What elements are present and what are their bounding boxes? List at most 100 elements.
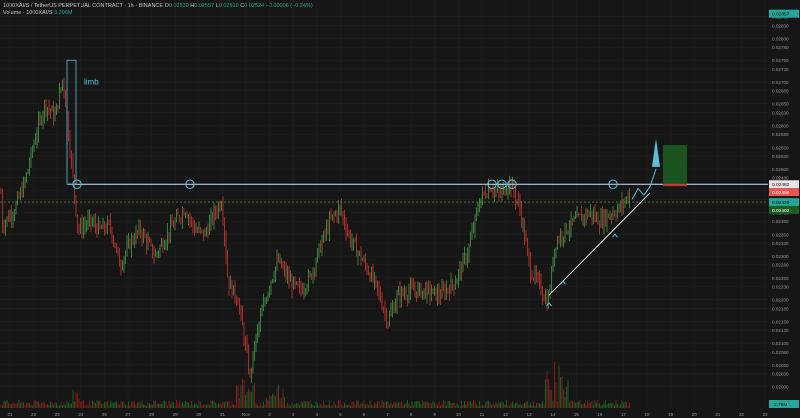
ascending-trendline[interactable] (548, 192, 651, 296)
volume-bar (516, 402, 518, 408)
volume-bar (189, 405, 191, 408)
volume-bar (279, 398, 281, 408)
volume-bar (611, 403, 612, 408)
volume-bar (618, 405, 620, 408)
time-tick-label: 28 (149, 412, 155, 417)
price-tick-label: 0.02250 (772, 276, 789, 281)
price-tick-label: 0.02080 (772, 350, 789, 355)
volume-bar (252, 385, 254, 408)
volume-bar (605, 400, 606, 408)
volume-bar (29, 403, 30, 408)
volume-bar (440, 405, 441, 408)
volume-bar (410, 405, 411, 408)
volume-bar (489, 402, 491, 408)
volume-bar (317, 403, 318, 408)
volume-bar (180, 404, 182, 408)
volume-bar (531, 405, 533, 408)
volume-bar (71, 403, 72, 408)
price-tick-label: 0.02680 (772, 89, 789, 94)
time-tick-label: 5 (339, 412, 342, 417)
volume-bar (302, 402, 303, 408)
volume-bar (48, 405, 50, 408)
volume-bar (153, 401, 155, 408)
time-tick-label: 3 (292, 412, 295, 417)
volume-bar (60, 402, 62, 408)
price-tick-label: 0.02830 (772, 23, 789, 28)
time-tick-label: 29 (173, 412, 179, 417)
volume-bar (308, 401, 309, 408)
price-chart[interactable]: limb0.028500.028300.028000.027800.027500… (0, 0, 800, 418)
volume-bar (438, 401, 440, 408)
volume-bar (149, 403, 150, 408)
volume-bar (80, 402, 81, 408)
volume-bar (125, 404, 126, 408)
volume-bar (507, 404, 509, 408)
volume-bar (72, 389, 74, 408)
volume-bar (354, 404, 356, 408)
volume-bar (32, 405, 33, 408)
volume-bar (617, 403, 618, 408)
volume-bar (77, 393, 78, 408)
price-badge-label: 0.02482 (772, 182, 790, 188)
volume-bar (561, 375, 563, 408)
volume-bar (545, 379, 546, 408)
volume-bar (621, 400, 623, 408)
volume-bar (527, 401, 528, 408)
volume-bar (0, 405, 2, 408)
volume-bar (299, 405, 300, 408)
volume-bar (377, 400, 378, 408)
volume-bar (98, 401, 99, 408)
volume-bar (164, 400, 165, 408)
volume-bar (99, 400, 101, 408)
volume-bar (215, 402, 216, 408)
volume-bar (75, 392, 77, 408)
volume-bar (2, 405, 3, 408)
volume-bar (12, 402, 14, 408)
volume-bar (398, 401, 399, 408)
time-tick-label: 20 (692, 412, 698, 417)
volume-bar (582, 404, 584, 408)
volume-bar (207, 403, 209, 408)
target-zone[interactable] (663, 145, 687, 185)
volume-bar (422, 400, 423, 408)
volume-bar (564, 396, 566, 408)
volume-bar (137, 402, 138, 408)
volume-bar (183, 404, 185, 408)
volume-bar (581, 404, 582, 408)
volume-bar (461, 400, 462, 408)
volume-bar (33, 400, 35, 408)
time-tick-label: 2 (268, 412, 271, 417)
volume-bar (63, 402, 65, 408)
volume-bar (518, 404, 519, 408)
time-tick-label: 7 (386, 412, 389, 417)
volume-bar (329, 400, 330, 408)
volume-bar (395, 401, 396, 408)
volume-bar (294, 404, 296, 408)
volume-bar (491, 404, 492, 408)
volume-bar (536, 403, 537, 408)
volume-bar (314, 405, 315, 408)
volume-bar (309, 401, 311, 408)
volume-bar (200, 401, 201, 408)
volume-bar (341, 404, 342, 408)
volume-bar (243, 380, 245, 408)
volume-bar (65, 405, 66, 408)
volume-bar (305, 401, 306, 408)
volume-bar (296, 403, 297, 408)
volume-bar (138, 401, 140, 408)
stop-zone[interactable] (663, 184, 687, 187)
volume-bar (386, 401, 387, 408)
volume-bar (147, 402, 149, 408)
volume-bar (260, 403, 261, 408)
volume-bar (293, 405, 294, 408)
volume-bar (506, 400, 507, 408)
volume-bar (560, 376, 561, 408)
volume-bar (434, 402, 435, 408)
volume-bar (161, 403, 162, 408)
volume-bar (488, 400, 489, 408)
volume-bar (437, 405, 438, 408)
price-tick-label: 0.02150 (772, 319, 789, 324)
price-tick-label: 0.02000 (772, 385, 789, 390)
volume-bar (231, 401, 233, 408)
time-axis[interactable] (0, 408, 768, 418)
